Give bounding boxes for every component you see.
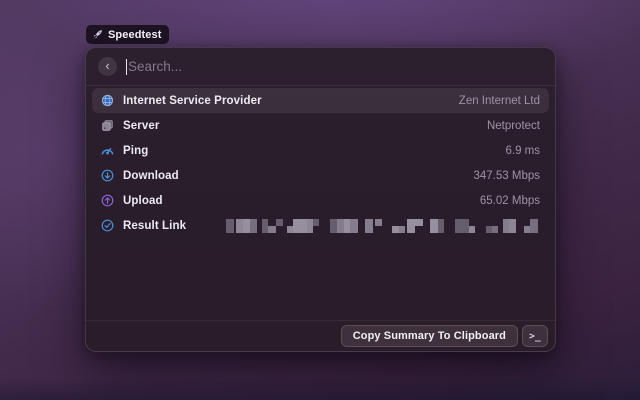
desktop: { "window": { "badge": { "label": "Speed… — [0, 0, 640, 400]
row-value: 65.02 Mbps — [480, 195, 540, 207]
row-value: Zen Internet Ltd — [459, 95, 540, 107]
pixel-block — [243, 219, 250, 233]
pixel-block — [350, 219, 358, 233]
pixel-block — [313, 219, 319, 226]
pixel-block — [250, 219, 257, 233]
row-value-redacted — [226, 219, 540, 233]
pixel-block — [407, 219, 415, 233]
row-label: Upload — [123, 195, 163, 207]
result-row-result-link[interactable]: Result Link — [92, 213, 549, 238]
rocket-icon — [92, 29, 103, 40]
pixel-block — [492, 226, 498, 233]
check-circle-icon — [101, 219, 114, 232]
row-value: Netprotect — [487, 120, 540, 132]
search-bar: ‹ — [86, 48, 555, 85]
action-bar: Copy Summary To Clipboard >_ — [86, 320, 555, 351]
row-label: Download — [123, 170, 179, 182]
pixel-block — [530, 219, 538, 233]
globe-icon — [101, 94, 114, 107]
download-icon — [101, 169, 114, 182]
results-list: Internet Service Provider Zen Internet Lt… — [86, 86, 555, 240]
pixel-block — [430, 219, 438, 233]
row-value: 6.9 ms — [505, 145, 540, 157]
result-row-server[interactable]: Server Netprotect — [92, 113, 549, 138]
row-label: Internet Service Provider — [123, 95, 262, 107]
row-label: Server — [123, 120, 159, 132]
pixel-block — [455, 219, 463, 233]
row-value: 347.53 Mbps — [474, 170, 541, 182]
result-row-upload[interactable]: Upload 65.02 Mbps — [92, 188, 549, 213]
back-button[interactable]: ‹ — [98, 57, 117, 76]
panel-spacer — [86, 240, 555, 320]
row-label: Ping — [123, 145, 148, 157]
speedtest-panel: ‹ Internet Service Provider Zen Internet … — [85, 47, 556, 352]
pixel-block — [293, 219, 301, 233]
pixel-block — [226, 219, 234, 233]
search-field-wrap — [126, 59, 543, 75]
pixel-block — [330, 219, 337, 233]
badge-label: Speedtest — [108, 29, 161, 41]
server-icon — [101, 119, 114, 132]
pixel-block — [236, 219, 243, 233]
copy-summary-button[interactable]: Copy Summary To Clipboard — [341, 325, 518, 347]
pixel-block — [509, 219, 516, 233]
pixel-block — [399, 226, 405, 233]
search-input[interactable] — [128, 59, 543, 74]
pixel-block — [268, 226, 276, 233]
result-row-internet-service-provider[interactable]: Internet Service Provider Zen Internet Lt… — [92, 88, 549, 113]
terminal-prompt-icon[interactable]: >_ — [522, 325, 548, 347]
pixel-block — [375, 219, 382, 226]
pixel-block — [337, 219, 344, 233]
pixel-block — [469, 226, 475, 233]
chevron-left-icon: ‹ — [105, 59, 109, 72]
result-row-ping[interactable]: Ping 6.9 ms — [92, 138, 549, 163]
pixel-block — [415, 219, 423, 226]
speedtest-badge: Speedtest — [86, 25, 169, 44]
result-row-download[interactable]: Download 347.53 Mbps — [92, 163, 549, 188]
pixel-block — [392, 226, 399, 233]
pixel-block — [365, 219, 373, 233]
row-label: Result Link — [123, 220, 186, 232]
upload-icon — [101, 194, 114, 207]
gauge-icon — [101, 144, 114, 157]
pixel-block — [438, 219, 444, 233]
text-caret — [126, 59, 127, 75]
pixel-block — [276, 219, 283, 226]
